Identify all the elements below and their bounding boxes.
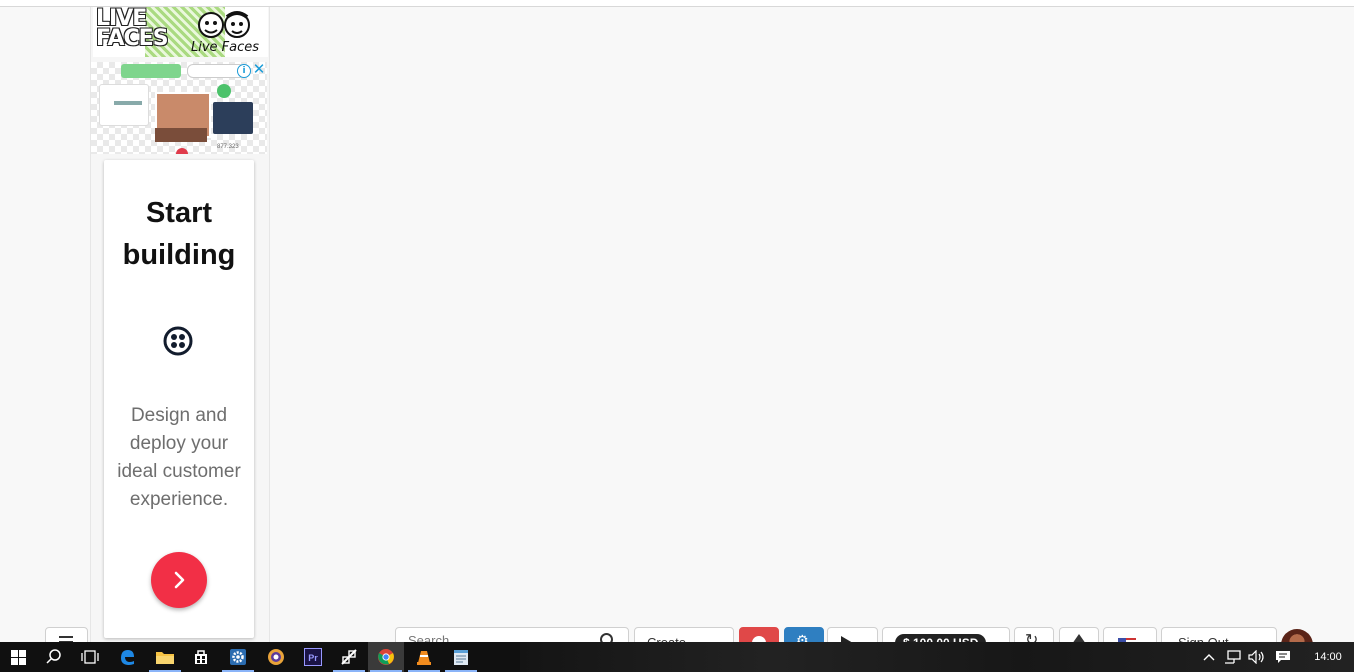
network-tool-app[interactable] bbox=[331, 642, 367, 672]
volume-icon bbox=[1248, 650, 1264, 664]
browser-top-edge bbox=[0, 0, 1354, 7]
store-icon bbox=[195, 650, 207, 664]
video-icon bbox=[217, 84, 231, 98]
edge-app[interactable] bbox=[109, 642, 145, 672]
search-taskbar-button[interactable] bbox=[36, 642, 72, 672]
volume-tray-button[interactable] bbox=[1246, 642, 1268, 672]
record-dot-icon bbox=[176, 148, 188, 154]
windows-logo-icon bbox=[10, 649, 26, 665]
faces-illustration-icon bbox=[198, 11, 250, 38]
file-explorer-app[interactable] bbox=[147, 642, 183, 672]
network-icon bbox=[1225, 650, 1241, 664]
vlc-app[interactable] bbox=[406, 642, 442, 672]
notepad-icon bbox=[454, 650, 468, 665]
store-app[interactable] bbox=[183, 642, 219, 672]
task-view-button[interactable] bbox=[72, 642, 108, 672]
taskbar-clock[interactable]: 14:00 bbox=[1308, 642, 1348, 672]
info-icon[interactable]: i bbox=[237, 64, 251, 78]
settings-app[interactable] bbox=[220, 642, 256, 672]
ad-body-text: Design and deploy your ideal customer ex… bbox=[117, 405, 241, 510]
obs-app[interactable] bbox=[258, 642, 294, 672]
premiere-app[interactable]: Pr bbox=[295, 642, 331, 672]
show-hidden-icons-button[interactable] bbox=[1200, 642, 1218, 672]
chevron-right-icon bbox=[174, 571, 185, 589]
chrome-icon bbox=[378, 649, 394, 665]
ad-title: Start building bbox=[122, 197, 236, 271]
chevron-up-icon bbox=[1203, 654, 1215, 661]
audio-wave-graphic bbox=[121, 64, 181, 78]
premiere-label: Pr bbox=[308, 653, 318, 663]
chrome-app[interactable] bbox=[368, 642, 404, 672]
search-icon bbox=[46, 649, 61, 664]
ad-image-number: 877.323 bbox=[217, 144, 239, 150]
participants-graphic bbox=[155, 128, 207, 142]
edge-icon bbox=[121, 650, 134, 665]
folder-icon bbox=[156, 652, 174, 664]
network-tray-button[interactable] bbox=[1222, 642, 1244, 672]
live-faces-logo: LIVE FACES bbox=[96, 7, 169, 51]
ad-cta-button[interactable] bbox=[151, 552, 207, 608]
task-view-icon bbox=[81, 650, 99, 664]
obs-icon bbox=[268, 649, 284, 665]
ad-card[interactable]: Start building Design and deploy your id… bbox=[104, 160, 254, 638]
notifications-tray-button[interactable] bbox=[1272, 642, 1294, 672]
live-faces-banner[interactable]: LIVE FACES Live Faces bbox=[93, 7, 268, 57]
twilio-logo-icon bbox=[163, 326, 193, 356]
vlc-icon bbox=[417, 651, 431, 665]
chat-icon bbox=[1276, 651, 1290, 663]
close-icon[interactable]: ✕ bbox=[252, 61, 266, 77]
gear-icon bbox=[230, 649, 246, 665]
start-button[interactable] bbox=[0, 642, 36, 672]
premiere-icon: Pr bbox=[304, 648, 322, 666]
network-tool-icon bbox=[341, 649, 357, 665]
code-window-graphic bbox=[213, 102, 253, 134]
ui-card-graphic bbox=[99, 84, 149, 126]
notepad-app[interactable] bbox=[443, 642, 479, 672]
live-faces-script-logo: Live Faces bbox=[191, 40, 260, 55]
windows-taskbar: Pr 14:00 bbox=[0, 642, 1354, 672]
